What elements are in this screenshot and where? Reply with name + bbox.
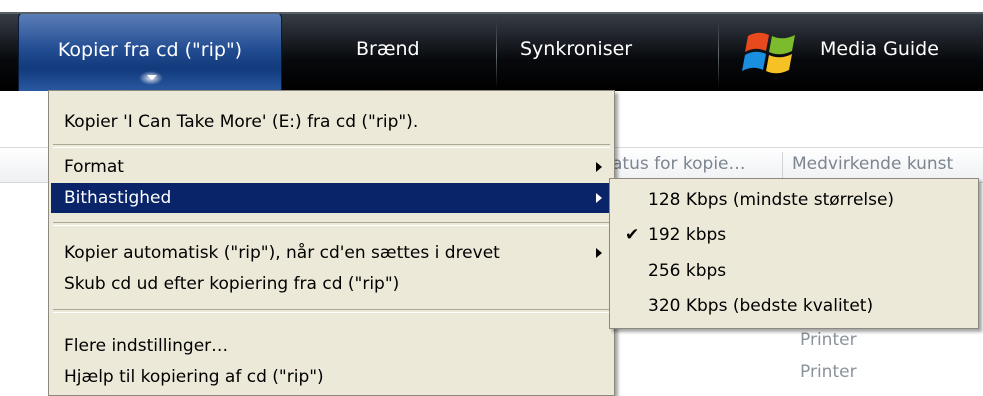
bitrate-option-320[interactable]: 320 Kbps (bedste kvalitet) [612, 290, 976, 322]
menu-item-auto-rip[interactable]: Kopier automatisk ("rip"), når cd'en sæt… [51, 238, 612, 268]
bitrate-option-label: 192 kbps [648, 225, 727, 245]
menu-item-bitrate[interactable]: Bithastighed [51, 183, 612, 213]
tab-media-guide[interactable]: Media Guide [820, 12, 939, 91]
artist-cell: Printer [800, 362, 857, 382]
menu-item-eject[interactable]: Skub cd ud efter kopiering fra cd ("rip"… [51, 269, 612, 299]
submenu-arrow-icon [596, 193, 602, 203]
menu-separator [53, 222, 610, 226]
menu-item-label: Kopier automatisk ("rip"), når cd'en sæt… [64, 243, 500, 263]
tab-divider [718, 20, 719, 88]
menu-item-label: Hjælp til kopiering af cd ("rip") [64, 367, 324, 387]
menu-item-label: Flere indstillinger… [64, 336, 229, 356]
menu-item-help[interactable]: Hjælp til kopiering af cd ("rip") [51, 362, 612, 392]
bitrate-option-label: 128 Kbps (mindste størrelse) [648, 190, 895, 210]
windows-flag-icon[interactable] [742, 24, 800, 82]
bitrate-option-128[interactable]: 128 Kbps (mindste størrelse) [612, 184, 976, 216]
tab-burn-label: Brænd [356, 38, 420, 60]
bitrate-option-256[interactable]: 256 kbps [612, 255, 976, 287]
tab-divider [496, 20, 497, 88]
tab-rip[interactable]: Kopier fra cd ("rip") [18, 12, 282, 92]
menu-item-format[interactable]: Format [51, 152, 612, 182]
chevron-down-icon[interactable] [147, 75, 157, 80]
menu-item-label: Bithastighed [64, 188, 172, 208]
tab-bar: Kopier fra cd ("rip") Brænd Synkroniser … [0, 12, 983, 92]
tab-media-guide-label: Media Guide [820, 38, 939, 60]
menu-item-rip-disc[interactable]: Kopier 'I Can Take More' (E:) fra cd ("r… [51, 107, 612, 137]
checkmark-icon: ✔ [625, 225, 640, 245]
tab-burn[interactable]: Brænd [356, 12, 420, 91]
bitrate-option-label: 256 kbps [648, 261, 727, 281]
submenu-arrow-icon [596, 162, 602, 172]
bitrate-option-label: 320 Kbps (bedste kvalitet) [648, 296, 874, 316]
submenu-arrow-icon [596, 248, 602, 258]
menu-item-more-options[interactable]: Flere indstillinger… [51, 331, 612, 361]
tab-sync[interactable]: Synkroniser [520, 12, 632, 91]
rip-menu: Kopier 'I Can Take More' (E:) fra cd ("r… [48, 90, 615, 396]
bitrate-submenu: 128 Kbps (mindste størrelse) ✔ 192 kbps … [609, 178, 979, 329]
menu-separator [53, 144, 610, 148]
artist-cell: Printer [800, 330, 857, 350]
menu-item-label: Format [64, 157, 124, 177]
menu-item-label: Kopier 'I Can Take More' (E:) fra cd ("r… [64, 112, 419, 132]
tab-rip-label: Kopier fra cd ("rip") [57, 39, 243, 61]
column-divider[interactable] [782, 152, 783, 178]
tab-sync-label: Synkroniser [520, 38, 633, 60]
column-header-contributing-artist[interactable]: Medvirkende kunst [792, 154, 953, 174]
menu-separator [53, 309, 610, 313]
column-header-status[interactable]: atus for kopie… [612, 154, 746, 174]
menu-item-label: Skub cd ud efter kopiering fra cd ("rip"… [64, 274, 400, 294]
bitrate-option-192[interactable]: ✔ 192 kbps [612, 219, 976, 251]
